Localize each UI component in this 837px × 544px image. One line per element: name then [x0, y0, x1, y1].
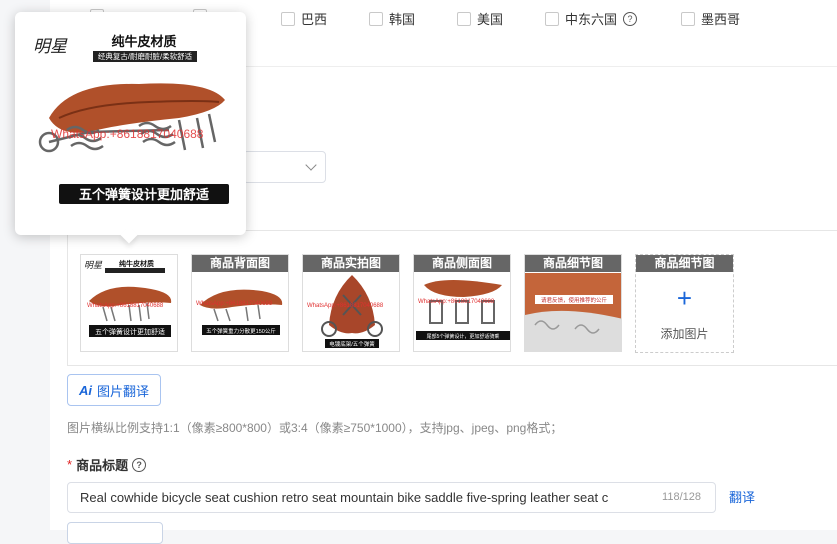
- thumb-footer: 五个弹簧重力分散更150公斤: [206, 327, 276, 335]
- product-image-back[interactable]: WhatsApp:+8618817040688 五个弹簧重力分散更150公斤 商…: [191, 254, 289, 352]
- svg-text:WhatsApp:+8618817040688: WhatsApp:+8618817040688: [418, 299, 495, 305]
- plus-icon: +: [676, 283, 693, 313]
- checkbox-box[interactable]: [681, 11, 695, 26]
- country-label: 美国: [477, 12, 504, 27]
- title-field-label: * 商品标题 ?: [67, 455, 147, 474]
- svg-text:纯牛皮材质: 纯牛皮材质: [119, 259, 154, 268]
- image-caption: 商品细节图: [636, 255, 733, 272]
- country-checkbox-middle-east[interactable]: 中东六国?: [545, 9, 638, 28]
- required-marker: *: [67, 457, 73, 472]
- help-icon[interactable]: ?: [623, 11, 638, 26]
- watermark-text: WhatsApp:+8618817040688: [51, 127, 204, 141]
- preview-subtitle: 经典复古/耐磨耐脏/柔软舒适: [98, 51, 193, 61]
- country-checkbox-mexico[interactable]: 墨西哥: [681, 9, 740, 28]
- image-translate-button[interactable]: Ai 图片翻译: [67, 374, 161, 406]
- country-checkbox-korea[interactable]: 韩国: [369, 9, 415, 28]
- product-image-side[interactable]: WhatsApp:+8618817040688 尾部5个弹簧设计，更加舒适骑乘 …: [413, 254, 511, 352]
- product-title-value: Real cowhide bicycle seat cushion retro …: [80, 490, 609, 505]
- checkbox-box[interactable]: [457, 11, 471, 26]
- checkbox-box[interactable]: [281, 11, 295, 26]
- image-caption: 商品实拍图: [303, 255, 399, 272]
- thumb-footer: 电镀底架/五个弹簧: [329, 340, 375, 348]
- saddle-image: 明星 纯牛皮材质 WhatsApp:+8618817040688 五个弹簧设计更…: [84, 259, 172, 337]
- svg-text:WhatsApp:+8618817040688: WhatsApp:+8618817040688: [307, 303, 384, 309]
- preview-image: 明星 纯牛皮材质 经典复古/耐磨耐脏/柔软舒适 WhatsApp:+861881…: [29, 22, 231, 220]
- title-label-text: 商品标题: [76, 458, 129, 473]
- title-translate-link[interactable]: 翻译: [729, 487, 755, 506]
- product-title-input[interactable]: Real cowhide bicycle seat cushion retro …: [67, 482, 716, 513]
- chevron-down-icon: [305, 159, 317, 171]
- next-button[interactable]: [67, 522, 163, 544]
- preview-footer: 五个弹簧设计更加舒适: [79, 187, 209, 202]
- country-checkbox-brazil[interactable]: 巴西: [281, 9, 327, 28]
- add-image-label: 添加图片: [660, 327, 709, 341]
- image-caption: 商品背面图: [192, 255, 288, 272]
- image-preview-popup: 明星 纯牛皮材质 经典复古/耐磨耐脏/柔软舒适 WhatsApp:+861881…: [15, 12, 246, 244]
- image-caption: 商品细节图: [525, 255, 621, 272]
- add-image-button[interactable]: 商品细节图 + 添加图片: [635, 254, 734, 353]
- image-translate-label: 图片翻译: [96, 383, 149, 399]
- thumb-footer: 五个弹簧设计更加舒适: [95, 327, 165, 336]
- checkbox-box[interactable]: [369, 11, 383, 26]
- product-image-detail[interactable]: 请君反馈，使用推荐的公斤 商品细节图: [524, 254, 622, 352]
- thumb-footer: 尾部5个弹簧设计，更加舒适骑乘: [427, 333, 500, 340]
- country-label: 巴西: [301, 12, 328, 27]
- char-counter: 118/128: [662, 491, 701, 503]
- ai-icon: Ai: [78, 382, 92, 398]
- brand-logo: 明星: [33, 37, 68, 56]
- country-checkbox-usa[interactable]: 美国: [457, 9, 503, 28]
- help-icon[interactable]: ?: [132, 457, 147, 472]
- image-caption: 商品侧面图: [414, 255, 510, 272]
- country-label: 韩国: [389, 12, 416, 27]
- svg-text:明星: 明星: [84, 260, 103, 270]
- image-format-hint: 图片横纵比例支持1:1（像素≥800*800）或3:4（像素≥750*1000）…: [67, 421, 563, 435]
- svg-text:WhatsApp:+8618817040688: WhatsApp:+8618817040688: [87, 303, 164, 309]
- checkbox-box[interactable]: [545, 11, 559, 26]
- country-label: 墨西哥: [701, 12, 741, 27]
- thumb-footer: 请君反馈，使用推荐的公斤: [541, 296, 608, 304]
- product-image-real[interactable]: WhatsApp:+8618817040688 电镀底架/五个弹簧 商品实拍图: [302, 254, 400, 352]
- country-label: 中东六国: [565, 12, 618, 27]
- category-select[interactable]: [243, 151, 326, 183]
- preview-title: 纯牛皮材质: [111, 34, 176, 49]
- svg-text:WhatsApp:+8618817040688: WhatsApp:+8618817040688: [196, 301, 273, 307]
- product-image-main[interactable]: 明星 纯牛皮材质 WhatsApp:+8618817040688 五个弹簧设计更…: [80, 254, 178, 352]
